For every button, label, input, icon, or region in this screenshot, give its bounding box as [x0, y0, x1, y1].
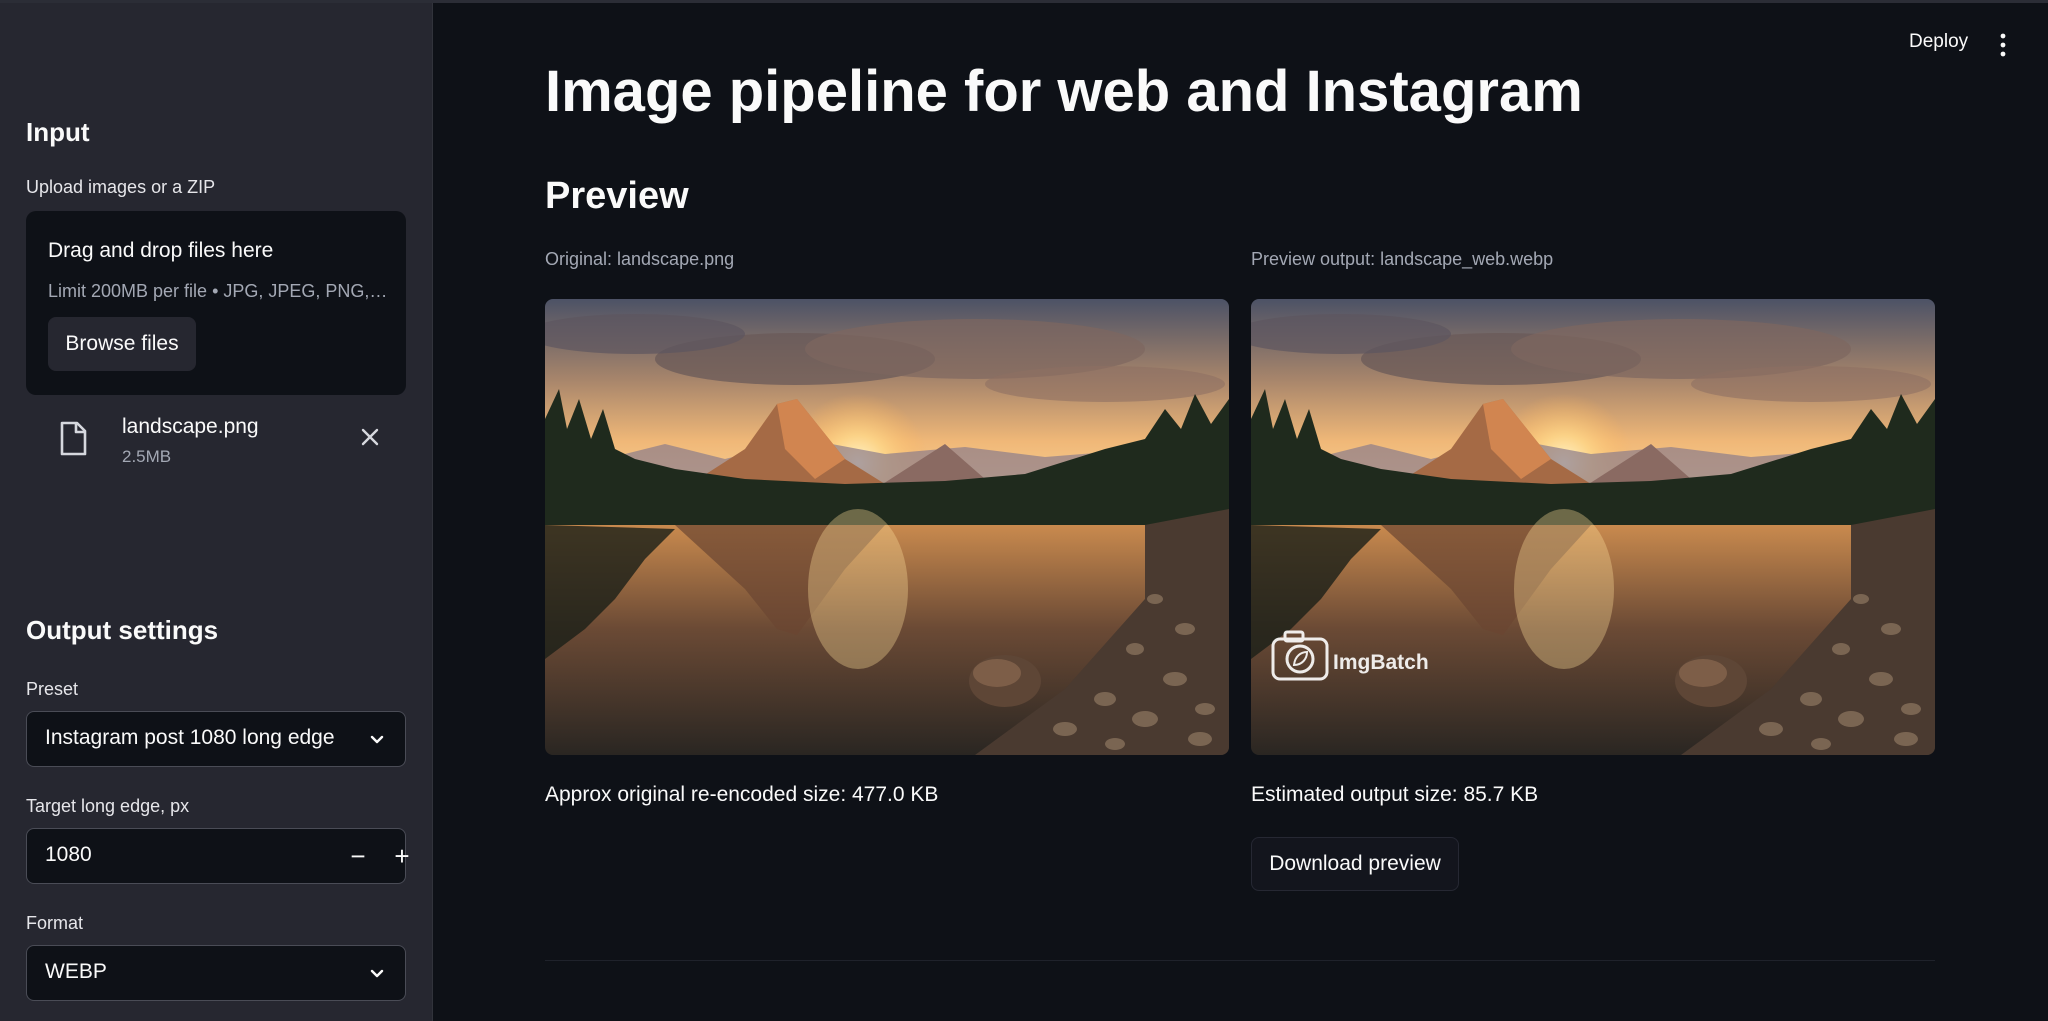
file-icon [60, 421, 87, 456]
format-value: WEBP [45, 960, 107, 983]
section-divider [545, 960, 1935, 961]
input-heading: Input [26, 117, 90, 147]
original-image [545, 299, 1229, 755]
preset-label: Preset [26, 679, 79, 699]
dropzone-limit-text: Limit 200MB per file • JPG, JPEG, PNG, .… [48, 281, 388, 301]
preview-heading: Preview [545, 175, 689, 217]
long-edge-label: Target long edge, px [26, 796, 190, 816]
preset-select[interactable]: Instagram post 1080 long edge [26, 711, 406, 767]
file-name: landscape.png [122, 415, 259, 438]
uploaded-file-item: landscape.png 2.5MB [26, 411, 406, 471]
browse-files-button[interactable]: Browse files [48, 317, 196, 371]
chevron-down-icon [370, 969, 384, 978]
page-title: Image pipeline for web and Instagram [545, 59, 1583, 124]
file-dropzone[interactable]: Drag and drop files here Limit 200MB per… [26, 211, 406, 395]
original-caption: Original: landscape.png [545, 249, 735, 269]
increment-button[interactable]: + [385, 839, 419, 873]
more-options-icon[interactable] [1993, 31, 2013, 59]
output-preview-image: ImgBatch [1251, 299, 1935, 755]
dropzone-title: Drag and drop files here [48, 239, 274, 262]
download-preview-button[interactable]: Download preview [1251, 837, 1459, 891]
format-select[interactable]: WEBP [26, 945, 406, 1001]
main-content: Deploy Image pipeline for web and Instag… [433, 3, 2048, 1021]
output-settings-heading: Output settings [26, 615, 219, 645]
close-icon[interactable] [356, 423, 384, 451]
decrement-button[interactable]: − [341, 839, 375, 873]
output-caption: Preview output: landscape_web.webp [1251, 249, 1554, 269]
chevron-down-icon [370, 735, 384, 744]
long-edge-number-input[interactable]: 1080 − + [26, 828, 410, 884]
output-size-text: Estimated output size: 85.7 KB [1251, 783, 1539, 806]
upload-label: Upload images or a ZIP [26, 177, 216, 197]
preset-value: Instagram post 1080 long edge [45, 726, 335, 749]
format-label: Format [26, 913, 84, 933]
sidebar: Input Upload images or a ZIP Drag and dr… [0, 3, 433, 1021]
watermark-text: ImgBatch [1333, 651, 1429, 674]
original-size-text: Approx original re-encoded size: 477.0 K… [545, 783, 939, 806]
file-size: 2.5MB [122, 447, 172, 466]
deploy-button[interactable]: Deploy [1909, 31, 1968, 53]
long-edge-value[interactable]: 1080 [45, 843, 92, 867]
